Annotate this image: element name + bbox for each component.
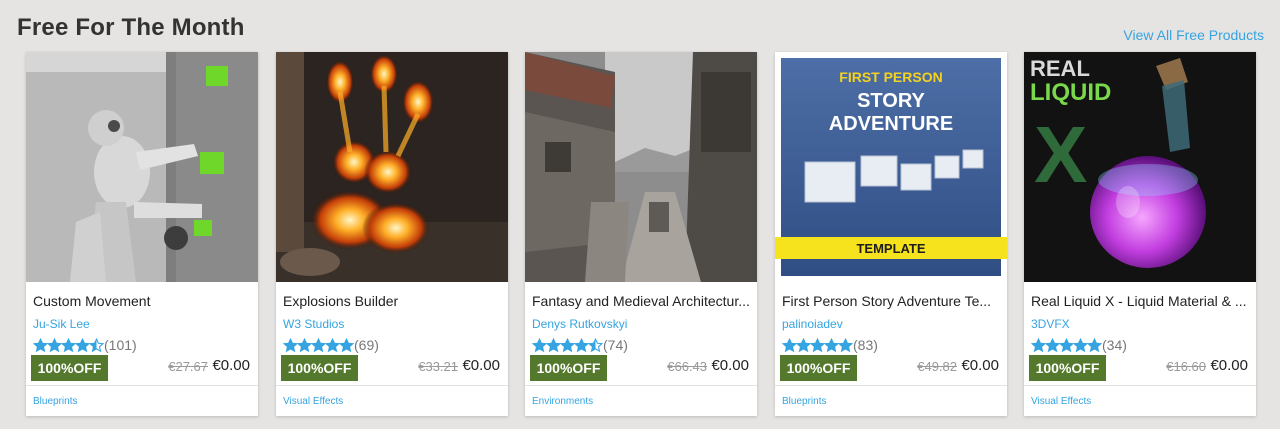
star-icon xyxy=(311,337,326,352)
sale-price: €0.00 xyxy=(212,357,250,374)
original-price: €49.82 xyxy=(917,359,957,374)
rating: (83) xyxy=(782,336,878,354)
original-price: €16.60 xyxy=(1166,359,1206,374)
seller-link[interactable]: Ju-Sik Lee xyxy=(33,317,90,331)
thumb-line2: STORY xyxy=(857,90,925,112)
product-thumbnail[interactable] xyxy=(276,52,508,282)
star-icon xyxy=(1031,337,1046,352)
story-adventure-thumbnail-image: FIRST PERSON STORY ADVENTURE TEMPLATE xyxy=(775,52,1007,282)
explosions-thumbnail-image xyxy=(276,52,508,282)
star-icon xyxy=(1045,337,1060,352)
product-card[interactable]: Fantasy and Medieval Architectur... Deny… xyxy=(525,52,757,416)
rating-count: (34) xyxy=(1102,337,1127,353)
category-link[interactable]: Blueprints xyxy=(782,396,826,407)
category-link[interactable]: Visual Effects xyxy=(283,396,343,407)
star-icon xyxy=(782,337,797,352)
star-icon xyxy=(532,337,547,352)
real-liquid-thumbnail-image: REAL LIQUID X xyxy=(1024,52,1256,282)
thumb-banner: TEMPLATE xyxy=(856,241,925,256)
star-icon xyxy=(824,337,839,352)
rating: (69) xyxy=(283,336,379,354)
product-title[interactable]: Real Liquid X - Liquid Material & ... xyxy=(1031,293,1249,309)
star-icon xyxy=(810,337,825,352)
category-link[interactable]: Visual Effects xyxy=(1031,396,1091,407)
divider xyxy=(26,385,258,386)
thumb-line3: ADVENTURE xyxy=(829,113,953,135)
discount-badge: 100%OFF xyxy=(281,355,358,381)
rating: (34) xyxy=(1031,336,1127,354)
section-title: Free For The Month xyxy=(17,14,245,41)
product-card[interactable]: Explosions Builder W3 Studios (69) 100%O… xyxy=(276,52,508,416)
star-icon xyxy=(588,337,603,352)
star-icon xyxy=(1087,337,1102,352)
star-icon xyxy=(546,337,561,352)
star-rating xyxy=(782,337,853,353)
product-card[interactable]: Custom Movement Ju-Sik Lee (101) 100%OFF… xyxy=(26,52,258,416)
product-title[interactable]: First Person Story Adventure Te... xyxy=(782,293,1000,309)
star-icon xyxy=(61,337,76,352)
star-icon xyxy=(1073,337,1088,352)
sale-price: €0.00 xyxy=(1210,357,1248,374)
divider xyxy=(775,385,1007,386)
category-link[interactable]: Environments xyxy=(532,396,593,407)
category-link[interactable]: Blueprints xyxy=(33,396,77,407)
seller-link[interactable]: Denys Rutkovskyi xyxy=(532,317,627,331)
discount-badge: 100%OFF xyxy=(1029,355,1106,381)
thumb-line1: FIRST PERSON xyxy=(839,69,942,85)
star-icon xyxy=(75,337,90,352)
rating: (74) xyxy=(532,336,628,354)
product-card[interactable]: FIRST PERSON STORY ADVENTURE TEMPLATE Fi… xyxy=(775,52,1007,416)
sale-price: €0.00 xyxy=(462,357,500,374)
star-rating xyxy=(532,337,603,353)
star-icon xyxy=(560,337,575,352)
star-icon xyxy=(574,337,589,352)
custom-movement-thumbnail-image xyxy=(26,52,258,282)
product-title[interactable]: Fantasy and Medieval Architectur... xyxy=(532,293,750,309)
thumb-line1: REAL xyxy=(1030,56,1090,81)
sale-price: €0.00 xyxy=(711,357,749,374)
product-thumbnail[interactable] xyxy=(26,52,258,282)
star-icon xyxy=(796,337,811,352)
star-rating xyxy=(1031,337,1102,353)
star-rating xyxy=(283,337,354,353)
star-icon xyxy=(1059,337,1074,352)
rating: (101) xyxy=(33,336,137,354)
thumb-line2: LIQUID xyxy=(1030,79,1111,106)
original-price: €27.67 xyxy=(168,359,208,374)
discount-badge: 100%OFF xyxy=(530,355,607,381)
star-icon xyxy=(339,337,354,352)
original-price: €33.21 xyxy=(418,359,458,374)
rating-count: (101) xyxy=(104,337,137,353)
star-icon xyxy=(47,337,62,352)
thumb-line3: X xyxy=(1034,110,1087,199)
seller-link[interactable]: palinoiadev xyxy=(782,317,843,331)
divider xyxy=(525,385,757,386)
sale-price: €0.00 xyxy=(961,357,999,374)
star-icon xyxy=(297,337,312,352)
product-thumbnail[interactable]: FIRST PERSON STORY ADVENTURE TEMPLATE xyxy=(775,52,1007,282)
divider xyxy=(1024,385,1256,386)
seller-link[interactable]: W3 Studios xyxy=(283,317,344,331)
product-card[interactable]: REAL LIQUID X Real Liquid X - Liquid Mat… xyxy=(1024,52,1256,416)
view-all-free-products-link[interactable]: View All Free Products xyxy=(1123,27,1264,43)
star-rating xyxy=(33,337,104,353)
product-thumbnail[interactable]: REAL LIQUID X xyxy=(1024,52,1256,282)
star-icon xyxy=(33,337,48,352)
rating-count: (83) xyxy=(853,337,878,353)
divider xyxy=(276,385,508,386)
original-price: €66.43 xyxy=(667,359,707,374)
star-icon xyxy=(89,337,104,352)
discount-badge: 100%OFF xyxy=(780,355,857,381)
star-icon xyxy=(283,337,298,352)
rating-count: (74) xyxy=(603,337,628,353)
discount-badge: 100%OFF xyxy=(31,355,108,381)
star-icon xyxy=(325,337,340,352)
product-thumbnail[interactable] xyxy=(525,52,757,282)
medieval-architecture-thumbnail-image xyxy=(525,52,757,282)
rating-count: (69) xyxy=(354,337,379,353)
product-title[interactable]: Explosions Builder xyxy=(283,293,501,309)
product-title[interactable]: Custom Movement xyxy=(33,293,251,309)
star-icon xyxy=(838,337,853,352)
seller-link[interactable]: 3DVFX xyxy=(1031,317,1070,331)
